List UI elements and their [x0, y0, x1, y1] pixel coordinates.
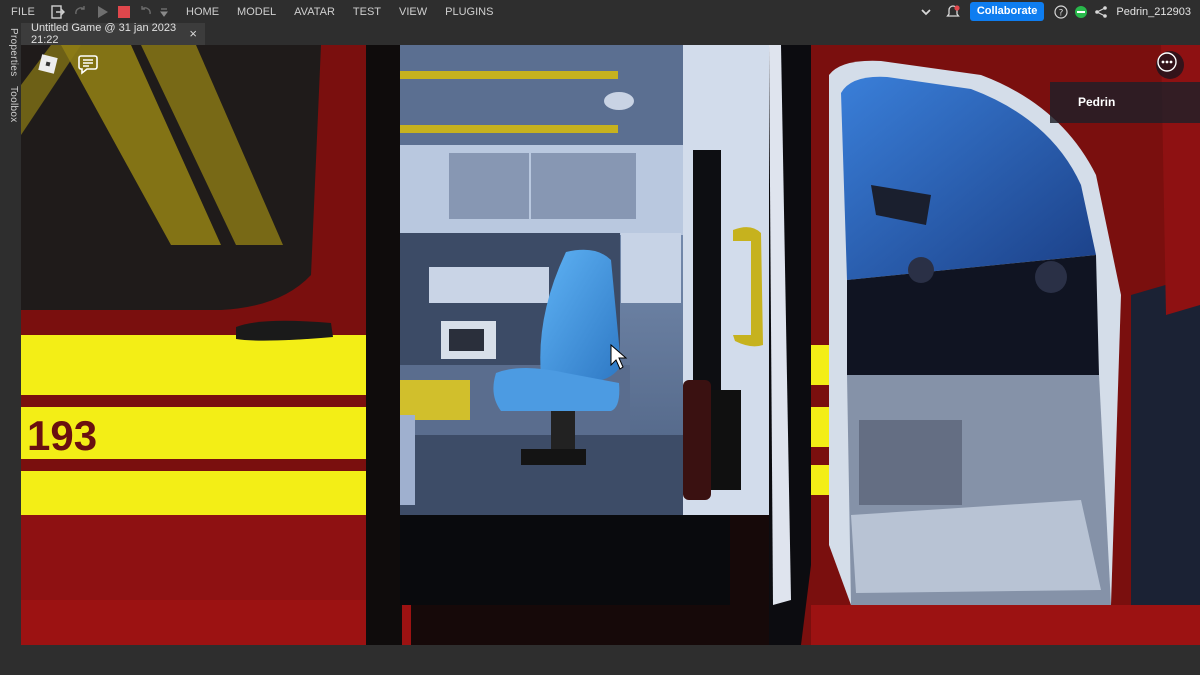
player-list-entry[interactable]: Pedrin	[1050, 82, 1200, 123]
collaborate-button[interactable]: Collaborate	[969, 2, 1045, 21]
game-viewport[interactable]: 193 Pedrin	[21, 45, 1200, 645]
close-icon[interactable]: ×	[189, 26, 197, 41]
tab-home[interactable]: HOME	[177, 6, 228, 18]
vehicle-number: 193	[27, 412, 97, 459]
tab-plugins[interactable]: PLUGINS	[436, 6, 502, 18]
notification-bell-icon[interactable]	[945, 4, 961, 20]
team-status-icon[interactable]	[1075, 5, 1088, 18]
undo-dropdown-icon[interactable]	[160, 4, 169, 20]
player-name: Pedrin	[1078, 95, 1116, 109]
share-icon[interactable]	[1093, 4, 1109, 20]
svg-text:?: ?	[1059, 8, 1064, 18]
help-icon[interactable]: ?	[1053, 4, 1069, 20]
more-options-icon[interactable]	[1156, 51, 1184, 79]
tab-view[interactable]: VIEW	[390, 6, 436, 18]
studio-window: FILE HOME MODEL AVATAR TEST VIEW PLUGINS	[0, 0, 1200, 675]
scene-render: 193	[21, 45, 1200, 645]
chat-icon[interactable]	[76, 52, 100, 76]
tab-avatar[interactable]: AVATAR	[285, 6, 344, 18]
bottom-bar	[21, 645, 1200, 675]
chevron-down-icon[interactable]	[918, 4, 934, 20]
redo-icon[interactable]	[72, 4, 88, 20]
ribbon-tabs: HOME MODEL AVATAR TEST VIEW PLUGINS	[177, 6, 502, 18]
menu-bar: FILE HOME MODEL AVATAR TEST VIEW PLUGINS	[0, 0, 1200, 23]
play-icon[interactable]	[94, 4, 110, 20]
exit-icon[interactable]	[50, 4, 66, 20]
roblox-menu-icon[interactable]	[36, 52, 60, 76]
toolbox-tab[interactable]: Toolbox	[3, 86, 19, 123]
tab-model[interactable]: MODEL	[228, 6, 285, 18]
file-menu[interactable]: FILE	[0, 6, 47, 18]
document-tab-title: Untitled Game @ 31 jan 2023 21:22	[31, 22, 177, 46]
username-label[interactable]: Pedrin_212903	[1112, 6, 1200, 18]
account-area: Collaborate ? Pedrin_212903	[915, 0, 1200, 23]
document-tabs: Untitled Game @ 31 jan 2023 21:22 ×	[21, 22, 1200, 46]
side-panel-tabs: Properties Toolbox	[0, 23, 21, 675]
stop-icon[interactable]	[116, 4, 132, 20]
document-tab[interactable]: Untitled Game @ 31 jan 2023 21:22 ×	[21, 22, 205, 46]
properties-tab[interactable]: Properties	[3, 28, 19, 77]
tab-test[interactable]: TEST	[344, 6, 390, 18]
undo-icon[interactable]	[138, 4, 154, 20]
